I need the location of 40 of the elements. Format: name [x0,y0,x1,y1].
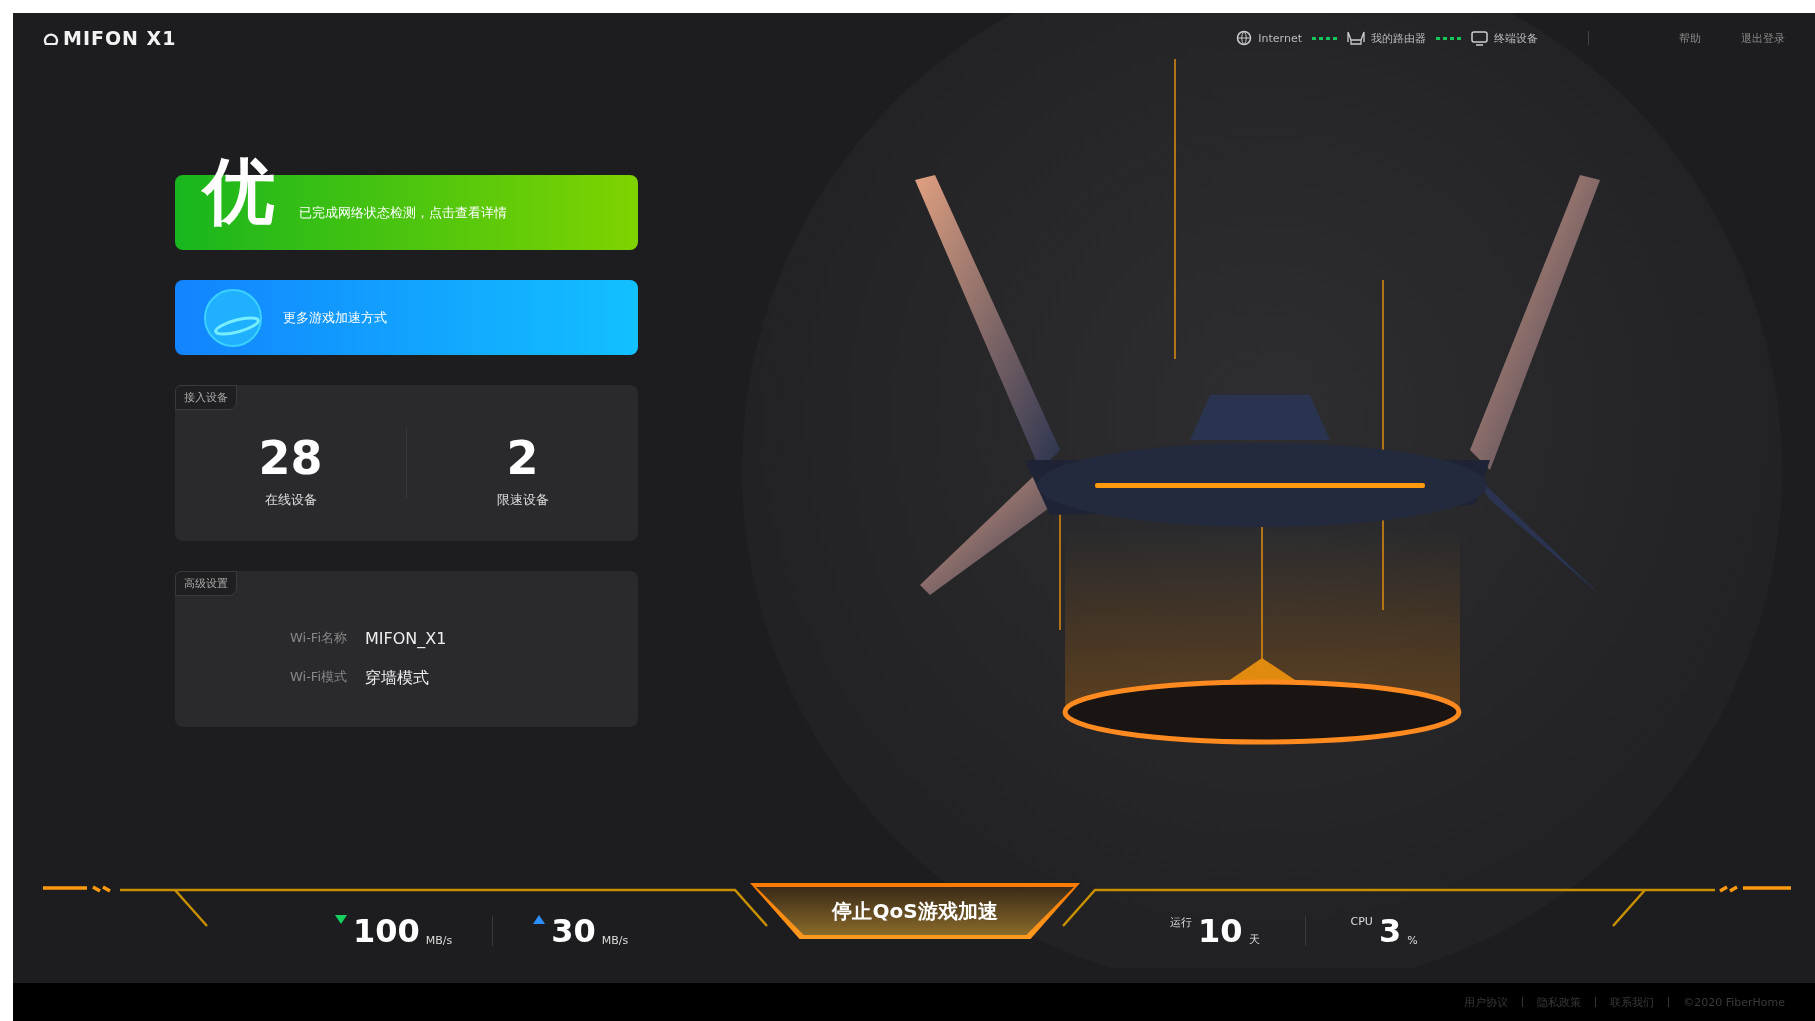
card-tag: 接入设备 [175,385,237,410]
logo-text: MIFON X1 [63,27,177,49]
upload-arrow-icon [533,915,546,924]
setting-value: 穿墙模式 [365,668,430,689]
metric-value: 10 [1198,915,1243,947]
setting-label: Wi-Fi名称 [290,629,347,647]
topology-label: Internet [1258,31,1302,45]
speed-unit: MB/s [601,934,629,947]
card-tag: 高级设置 [175,571,237,596]
download-arrow-icon [335,915,347,924]
device-label: 在线设备 [264,491,317,509]
status-text: 已完成网络状态检测，点击查看详情 [299,203,507,222]
game-boost-card[interactable]: 更多游戏加速方式 [175,280,638,355]
device-label: 限速设备 [496,491,549,509]
setting-label: Wi-Fi模式 [290,668,347,686]
device-count: 28 [258,431,323,485]
network-grade: 优 [203,155,275,227]
metric-value: 3 [1378,915,1402,947]
header-link[interactable]: 退出登录 [1741,30,1785,46]
globe-icon [1236,30,1253,46]
metric-unit: % [1407,934,1418,947]
metric-label: 运行 [1170,915,1192,930]
setting-value: MIFON_X1 [365,629,447,648]
footer-link[interactable]: ©2020 FiberHome [1683,995,1785,1009]
speed-unit: MB/s [425,934,453,947]
metric-unit: 天 [1248,932,1260,947]
header-link[interactable]: 帮助 [1679,30,1701,46]
planet-icon [203,287,263,348]
stop-qos-button[interactable]: 停止QoS游戏加速 [750,883,1080,939]
speed-value: 30 [551,915,596,947]
topology-label: 我的路由器 [1371,30,1426,46]
connection-dots [1312,36,1337,40]
device-count: 2 [506,431,539,485]
monitor-icon [1471,30,1488,46]
connection-dots [1436,36,1461,40]
boost-text: 更多游戏加速方式 [283,308,387,327]
router-icon [1347,31,1365,45]
topology-label: 终端设备 [1494,30,1538,46]
speed-value: 100 [353,915,420,947]
metric-label: CPU [1350,915,1373,928]
